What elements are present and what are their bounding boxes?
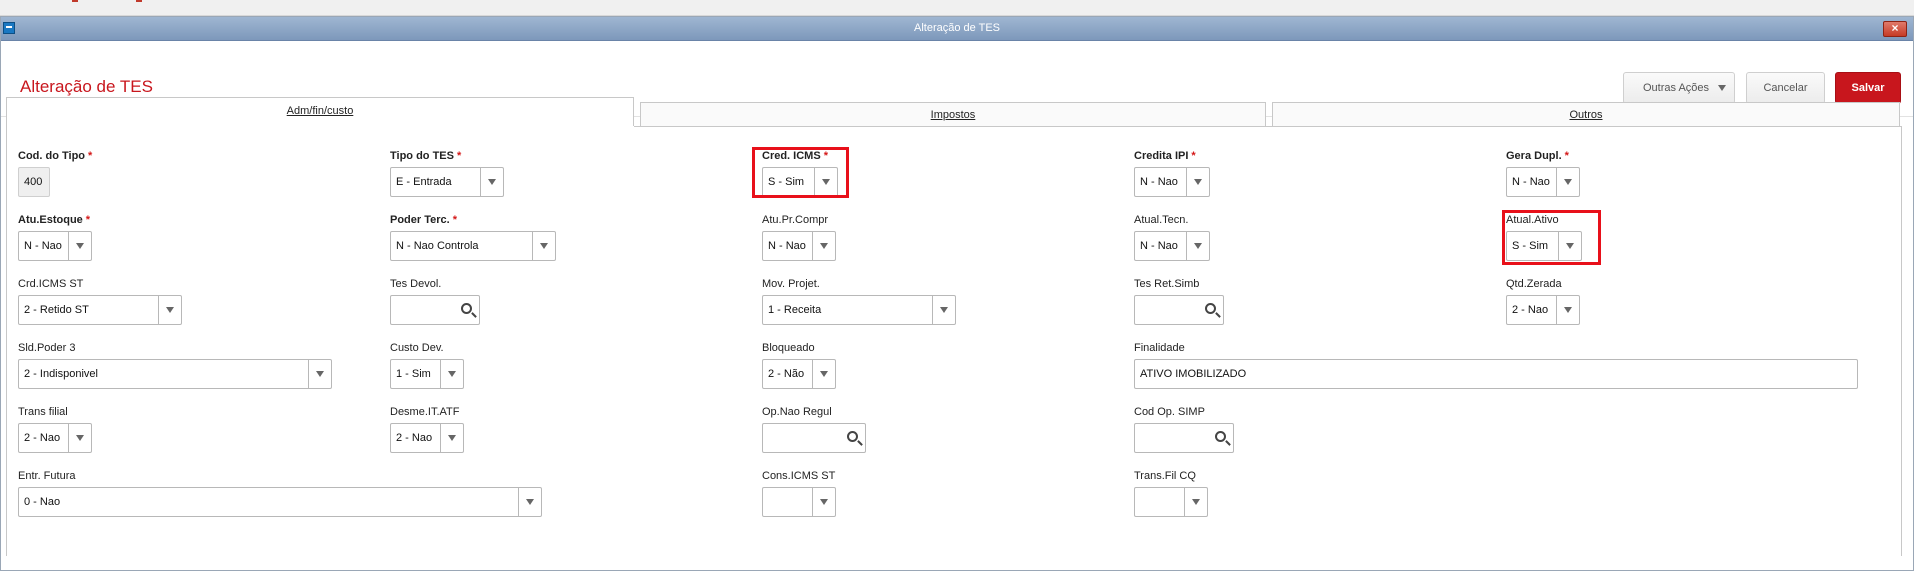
field-label: Credita IPI: [1134, 150, 1189, 162]
outras-acoes-button[interactable]: Outras Ações: [1623, 72, 1735, 104]
chevron-down-icon[interactable]: [68, 232, 91, 260]
close-icon[interactable]: ×: [1883, 21, 1907, 37]
field-label: Bloqueado: [762, 342, 815, 354]
desme-it-atf-select[interactable]: 2 - Nao: [390, 423, 464, 453]
field-label: Entr. Futura: [18, 470, 76, 482]
tab-outros[interactable]: Outros: [1272, 102, 1900, 126]
tab-label: Impostos: [930, 109, 976, 121]
mov-projet-select[interactable]: 1 - Receita: [762, 295, 956, 325]
op-nao-regul-lookup[interactable]: [762, 423, 866, 453]
cons-icms-st-select[interactable]: [762, 487, 836, 517]
field-label: Atu.Estoque: [18, 214, 83, 226]
field-label: Tes Ret.Simb: [1134, 278, 1200, 290]
sld-poder3-select[interactable]: 2 - Indisponivel: [18, 359, 332, 389]
atual-tecn-select[interactable]: N - Nao: [1134, 231, 1210, 261]
gera-dupl-select[interactable]: N - Nao: [1506, 167, 1580, 197]
chevron-down-icon[interactable]: [1186, 168, 1209, 196]
field-label: Cod. do Tipo: [18, 150, 86, 162]
field-label: Finalidade: [1134, 342, 1185, 354]
field-label: Trans.Fil CQ: [1134, 470, 1196, 482]
search-icon[interactable]: [847, 431, 858, 442]
qtd-zerada-select[interactable]: 2 - Nao: [1506, 295, 1580, 325]
required-mark: *: [1191, 150, 1196, 162]
required-mark: *: [456, 150, 462, 162]
dialog-title: Alteração de TES: [913, 22, 1000, 34]
cod-op-simp-lookup[interactable]: [1134, 423, 1234, 453]
field-label: Gera Dupl.: [1506, 150, 1562, 162]
tab-label: Outros: [1569, 109, 1603, 121]
background-decoration: [136, 0, 142, 2]
chevron-down-icon: [1718, 85, 1726, 91]
chevron-down-icon[interactable]: [1556, 168, 1579, 196]
chevron-down-icon[interactable]: [812, 232, 835, 260]
tab-impostos[interactable]: Impostos: [640, 102, 1266, 126]
background-window-strip: [0, 0, 1914, 16]
outras-acoes-label: Outras Ações: [1643, 82, 1710, 94]
chevron-down-icon[interactable]: [158, 296, 181, 324]
field-label: Tipo do TES: [390, 150, 454, 162]
field-label: Mov. Projet.: [762, 278, 820, 290]
entr-futura-select[interactable]: 0 - Nao: [18, 487, 542, 517]
highlight-box-cred-icms: [752, 147, 849, 198]
field-label: Cod Op. SIMP: [1134, 406, 1205, 418]
finalidade-input[interactable]: ATIVO IMOBILIZADO: [1134, 359, 1858, 389]
poder-terc-select[interactable]: N - Nao Controla: [390, 231, 556, 261]
field-label: Crd.ICMS ST: [18, 278, 84, 290]
chevron-down-icon[interactable]: [440, 360, 463, 388]
field-label: Atu.Pr.Compr: [762, 214, 829, 226]
field-label: Desme.IT.ATF: [390, 406, 460, 418]
chevron-down-icon[interactable]: [532, 232, 555, 260]
chevron-down-icon[interactable]: [1184, 488, 1207, 516]
chevron-down-icon[interactable]: [932, 296, 955, 324]
background-decoration: [72, 0, 78, 2]
tes-devol-lookup[interactable]: [390, 295, 480, 325]
cancel-button[interactable]: Cancelar: [1746, 72, 1825, 104]
field-label: Trans filial: [18, 406, 68, 418]
search-icon[interactable]: [1205, 303, 1216, 314]
chevron-down-icon[interactable]: [518, 488, 541, 516]
chevron-down-icon[interactable]: [480, 168, 503, 196]
credita-ipi-select[interactable]: N - Nao: [1134, 167, 1210, 197]
atu-estoque-select[interactable]: N - Nao: [18, 231, 92, 261]
field-label: Poder Terc.: [390, 214, 450, 226]
chevron-down-icon[interactable]: [440, 424, 463, 452]
chevron-down-icon[interactable]: [812, 360, 835, 388]
atu-pr-compr-select[interactable]: N - Nao: [762, 231, 836, 261]
required-mark: *: [88, 150, 93, 162]
field-label: Cons.ICMS ST: [762, 470, 836, 482]
bloqueado-select[interactable]: 2 - Não: [762, 359, 836, 389]
field-label: Custo Dev.: [390, 342, 444, 354]
custo-dev-select[interactable]: 1 - Sim: [390, 359, 464, 389]
cod-tipo-input[interactable]: 400: [18, 167, 50, 197]
search-icon[interactable]: [1215, 431, 1226, 442]
tab-adm-fin-custo[interactable]: Adm/fin/custo: [6, 97, 634, 126]
save-button[interactable]: Salvar: [1835, 72, 1901, 104]
page-title: Alteração de TES: [20, 77, 153, 96]
chevron-down-icon[interactable]: [812, 488, 835, 516]
chevron-down-icon[interactable]: [308, 360, 331, 388]
dialog-titlebar: Alteração de TES ×: [1, 17, 1913, 41]
tes-ret-simb-lookup[interactable]: [1134, 295, 1224, 325]
chevron-down-icon[interactable]: [1186, 232, 1209, 260]
field-label: Tes Devol.: [390, 278, 442, 290]
trans-filial-select[interactable]: 2 - Nao: [18, 423, 92, 453]
field-label: Op.Nao Regul: [762, 406, 832, 418]
required-mark: *: [1564, 150, 1569, 162]
required-mark: *: [85, 214, 91, 226]
tipo-tes-select[interactable]: E - Entrada: [390, 167, 504, 197]
crd-icms-st-select[interactable]: 2 - Retido ST: [18, 295, 182, 325]
field-label: Qtd.Zerada: [1506, 278, 1562, 290]
chevron-down-icon[interactable]: [1556, 296, 1579, 324]
required-mark: *: [452, 214, 457, 226]
field-label: Sld.Poder 3: [18, 342, 76, 354]
field-label: Atual.Tecn.: [1134, 214, 1189, 226]
search-icon[interactable]: [461, 303, 472, 314]
tab-label: Adm/fin/custo: [286, 105, 354, 117]
trans-fil-cq-select[interactable]: [1134, 487, 1208, 517]
chevron-down-icon[interactable]: [68, 424, 91, 452]
highlight-box-atual-ativo: [1502, 210, 1601, 265]
